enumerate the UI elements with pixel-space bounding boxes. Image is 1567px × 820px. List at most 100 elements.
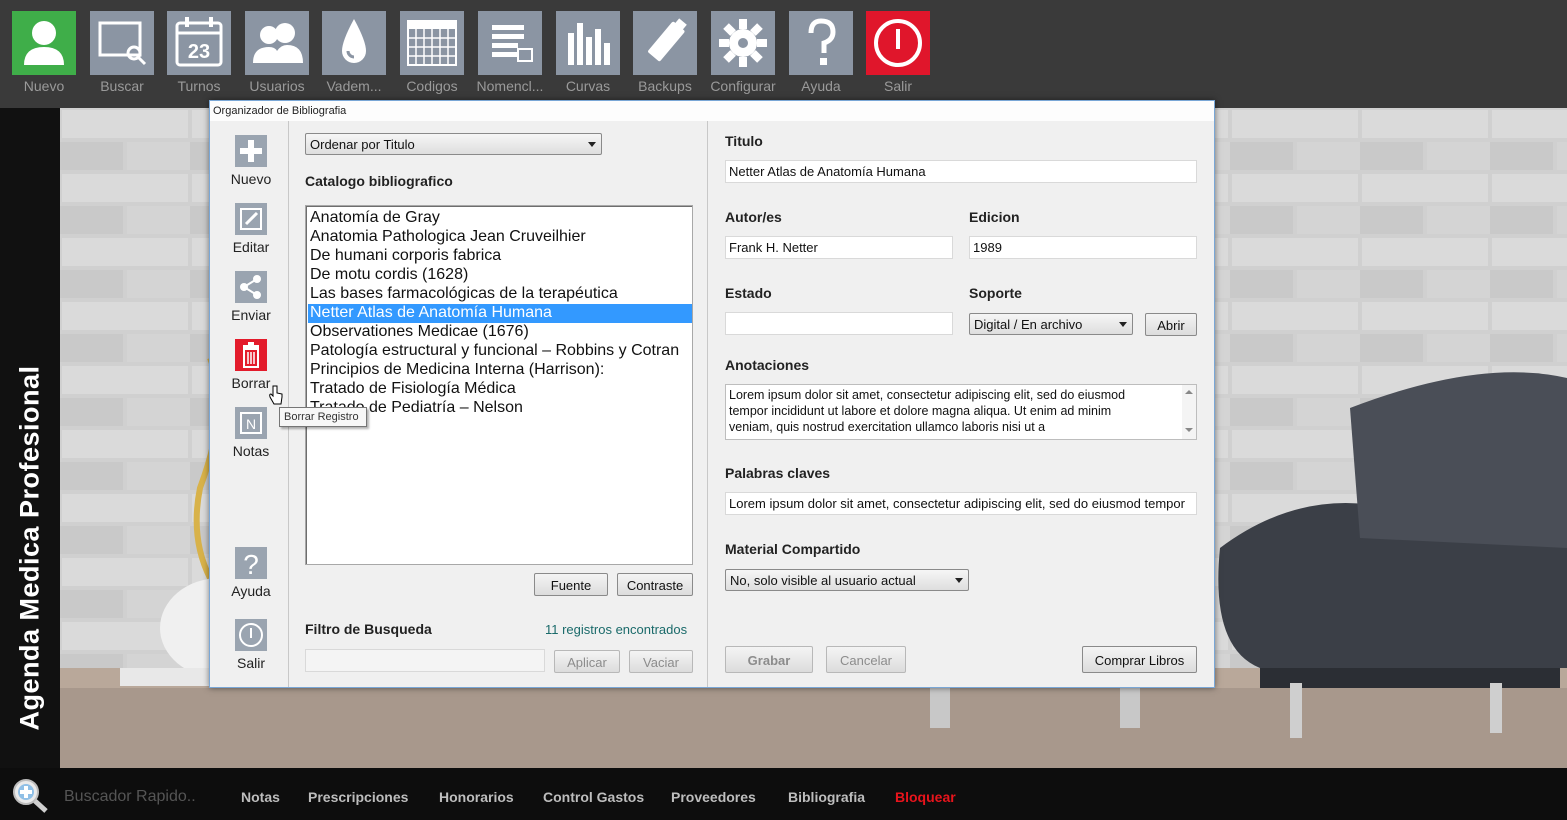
edit-icon bbox=[235, 203, 267, 235]
configurar-label: Configurar bbox=[710, 78, 776, 94]
palabras-label: Palabras claves bbox=[725, 465, 831, 481]
autor-field[interactable]: Frank H. Netter bbox=[725, 236, 953, 259]
configurar-button[interactable] bbox=[711, 11, 775, 75]
aplicar-button[interactable]: Aplicar bbox=[554, 650, 620, 673]
filtro-label: Filtro de Busqueda bbox=[305, 621, 432, 637]
search-screen-icon bbox=[98, 21, 147, 66]
salir-side-label: Salir bbox=[236, 655, 265, 671]
book-list-item[interactable]: Tratado de Fisiología Médica bbox=[308, 380, 692, 399]
catalog-panel: Ordenar por Titulo Catalogo bibliografic… bbox=[288, 121, 708, 687]
turnos-label: Turnos bbox=[177, 78, 221, 94]
grid-icon bbox=[407, 20, 457, 66]
material-combo[interactable]: No, solo visible al usuario actual bbox=[725, 569, 969, 591]
calendar-icon: 23 bbox=[175, 17, 223, 67]
nuevo-side-label: Nuevo bbox=[230, 171, 272, 187]
book-list-item[interactable]: Netter Atlas de Anatomía Humana bbox=[308, 304, 692, 323]
link-bibliografia[interactable]: Bibliografia bbox=[788, 789, 865, 805]
ayuda-button[interactable] bbox=[789, 11, 853, 75]
turnos-button[interactable]: 23 bbox=[167, 11, 231, 75]
chevron-down-icon bbox=[1119, 322, 1127, 327]
drop-icon bbox=[342, 19, 366, 63]
question-icon bbox=[808, 18, 836, 65]
gear-icon bbox=[719, 19, 767, 67]
salir-label: Salir bbox=[883, 78, 912, 94]
trash-icon bbox=[235, 339, 267, 371]
chevron-down-icon bbox=[955, 578, 963, 583]
buscar-button[interactable] bbox=[90, 11, 154, 75]
enviar-side-label: Enviar bbox=[231, 307, 271, 323]
nuevo-button[interactable] bbox=[12, 11, 76, 75]
scroll-down-icon[interactable] bbox=[1185, 428, 1193, 432]
grabar-button[interactable]: Grabar bbox=[725, 646, 813, 673]
codigos-button[interactable] bbox=[400, 11, 464, 75]
soporte-combo[interactable]: Digital / En archivo bbox=[969, 313, 1133, 335]
anotaciones-line: veniam, quis nostrud exercitation ullamc… bbox=[729, 420, 1046, 434]
app-title: Agenda Medica Profesional bbox=[14, 365, 45, 731]
comprar-libros-button[interactable]: Comprar Libros bbox=[1082, 646, 1197, 673]
anotaciones-line: tempor incididunt ut labore et dolore ma… bbox=[729, 404, 1112, 418]
soporte-value: Digital / En archivo bbox=[974, 317, 1083, 332]
salir-button[interactable] bbox=[866, 11, 930, 75]
book-list-item[interactable]: Anatomia Pathologica Jean Cruveilhier bbox=[308, 228, 692, 247]
book-list-item[interactable]: Observationes Medicae (1676) bbox=[308, 323, 692, 342]
notes-icon: N bbox=[235, 407, 267, 439]
bar-chart-icon bbox=[568, 23, 610, 65]
soporte-label: Soporte bbox=[969, 285, 1022, 301]
svg-text:N: N bbox=[246, 416, 256, 432]
plus-icon bbox=[235, 135, 267, 167]
hand-cursor-icon bbox=[269, 385, 283, 405]
vaciar-button[interactable]: Vaciar bbox=[629, 650, 693, 673]
link-honorarios[interactable]: Honorarios bbox=[439, 789, 514, 805]
book-list-item[interactable]: Anatomía de Gray bbox=[308, 209, 692, 228]
nomenclador-button[interactable] bbox=[478, 11, 542, 75]
link-control-gastos[interactable]: Control Gastos bbox=[543, 789, 644, 805]
chevron-down-icon bbox=[588, 142, 596, 147]
usuarios-label: Usuarios bbox=[249, 78, 305, 94]
estado-field[interactable] bbox=[725, 312, 953, 335]
backups-button[interactable] bbox=[633, 11, 697, 75]
vademecum-button[interactable] bbox=[322, 11, 386, 75]
palabras-field[interactable]: Lorem ipsum dolor sit amet, consectetur … bbox=[725, 492, 1197, 515]
quick-search-input[interactable]: Buscador Rapido.. bbox=[64, 788, 196, 806]
book-list[interactable]: Anatomía de Gray Anatomia Pathologica Jea… bbox=[305, 205, 693, 565]
anotaciones-textarea[interactable]: Lorem ipsum dolor sit amet, consectetur … bbox=[725, 384, 1197, 440]
book-list-item[interactable]: Las bases farmacológicas de la terapéuti… bbox=[308, 285, 692, 304]
list-icon bbox=[492, 25, 533, 62]
book-list-item[interactable]: Patología estructural y funcional – Robb… bbox=[308, 342, 692, 361]
nuevo-label: Nuevo bbox=[23, 78, 65, 94]
scrollbar[interactable] bbox=[1182, 385, 1196, 439]
estado-label: Estado bbox=[725, 285, 772, 301]
users-icon bbox=[253, 23, 303, 63]
titulo-field[interactable]: Netter Atlas de Anatomía Humana bbox=[725, 160, 1197, 183]
sort-combo[interactable]: Ordenar por Titulo bbox=[305, 133, 602, 155]
window-title: Organizador de Bibliografia bbox=[210, 101, 1214, 121]
filtro-input[interactable] bbox=[305, 649, 545, 672]
abrir-button[interactable]: Abrir bbox=[1145, 313, 1197, 336]
link-prescripciones[interactable]: Prescripciones bbox=[308, 789, 408, 805]
link-proveedores[interactable]: Proveedores bbox=[671, 789, 756, 805]
book-list-item[interactable]: De humani corporis fabrica bbox=[308, 247, 692, 266]
nomenclador-label: Nomencl... bbox=[476, 78, 544, 94]
link-notas[interactable]: Notas bbox=[241, 789, 280, 805]
cancelar-button[interactable]: Cancelar bbox=[826, 646, 906, 673]
exit-icon bbox=[235, 619, 267, 651]
scroll-up-icon[interactable] bbox=[1185, 390, 1193, 394]
power-icon bbox=[874, 19, 922, 67]
edicion-field[interactable]: 1989 bbox=[969, 236, 1197, 259]
bibliografia-window: Organizador de Bibliografia Nuevo Editar… bbox=[209, 100, 1215, 688]
tooltip: Borrar Registro bbox=[279, 407, 367, 427]
share-icon bbox=[235, 271, 267, 303]
link-bloquear[interactable]: Bloquear bbox=[895, 789, 956, 805]
curvas-button[interactable] bbox=[556, 11, 620, 75]
book-list-item[interactable]: De motu cordis (1628) bbox=[308, 266, 692, 285]
quick-search-icon[interactable] bbox=[10, 776, 50, 814]
autor-label: Autor/es bbox=[725, 209, 782, 225]
titulo-label: Titulo bbox=[725, 133, 763, 149]
fuente-button[interactable]: Fuente bbox=[534, 573, 608, 596]
records-found: 11 registros encontrados bbox=[545, 622, 688, 637]
contraste-button[interactable]: Contraste bbox=[617, 573, 693, 596]
buscar-label: Buscar bbox=[100, 78, 144, 94]
usuarios-button[interactable] bbox=[245, 11, 309, 75]
material-label: Material Compartido bbox=[725, 541, 861, 557]
book-list-item[interactable]: Principios de Medicina Interna (Harrison… bbox=[308, 361, 692, 380]
